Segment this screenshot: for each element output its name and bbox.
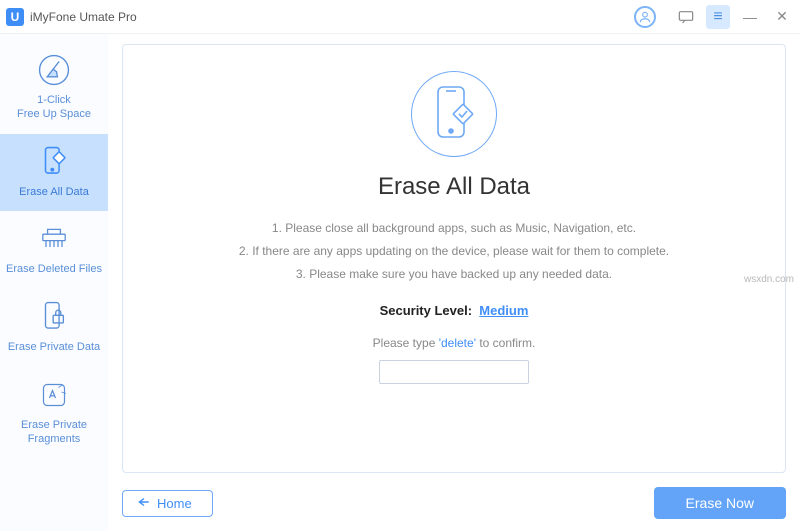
broom-icon — [36, 52, 72, 88]
confirm-keyword: 'delete' — [439, 336, 476, 350]
app-fragments-icon — [36, 377, 72, 413]
sidebar: 1-Click Free Up Space Erase All Data Era… — [0, 34, 108, 531]
watermark-text: wsxdn.com — [744, 274, 794, 285]
security-level-label: Security Level: — [380, 303, 473, 318]
sidebar-item-erase-deleted-files[interactable]: Erase Deleted Files — [0, 211, 108, 289]
shredder-icon — [36, 221, 72, 257]
main-panel: Erase All Data 1. Please close all backg… — [108, 34, 800, 531]
sidebar-item-label: Erase Private Fragments — [21, 419, 87, 447]
home-button[interactable]: Home — [122, 490, 213, 517]
security-level-row: Security Level: Medium — [380, 303, 529, 318]
app-title: iMyFone Umate Pro — [30, 10, 137, 24]
content-card: Erase All Data 1. Please close all backg… — [122, 44, 786, 473]
sidebar-item-erase-private-fragments[interactable]: Erase Private Fragments — [0, 367, 108, 459]
confirm-input[interactable] — [379, 360, 529, 384]
erase-phone-hero-icon — [411, 71, 497, 157]
instruction-list: 1. Please close all background apps, suc… — [239, 217, 669, 285]
phone-erase-icon — [36, 144, 72, 180]
sidebar-item-label: Erase All Data — [19, 186, 89, 200]
sidebar-item-label: Erase Deleted Files — [6, 263, 102, 277]
sidebar-item-label: 1-Click Free Up Space — [17, 94, 91, 122]
menu-icon[interactable]: ≡ — [706, 5, 730, 29]
instruction-step: 1. Please close all background apps, suc… — [239, 217, 669, 240]
sidebar-item-free-up-space[interactable]: 1-Click Free Up Space — [0, 42, 108, 134]
sidebar-item-erase-private-data[interactable]: Erase Private Data — [0, 289, 108, 367]
app-logo-icon: U — [6, 8, 24, 26]
minimize-button[interactable]: — — [738, 5, 762, 29]
footer-bar: Home Erase Now — [122, 487, 786, 519]
back-arrow-icon — [137, 496, 151, 511]
title-bar: U iMyFone Umate Pro ≡ — ✕ — [0, 0, 800, 34]
instruction-step: 3. Please make sure you have backed up a… — [239, 263, 669, 286]
instruction-step: 2. If there are any apps updating on the… — [239, 240, 669, 263]
confirm-instruction: Please type 'delete' to confirm. — [373, 336, 536, 350]
sidebar-item-erase-all-data[interactable]: Erase All Data — [0, 134, 108, 212]
erase-now-button[interactable]: Erase Now — [654, 487, 786, 519]
home-button-label: Home — [157, 496, 192, 511]
sidebar-item-label: Erase Private Data — [8, 341, 100, 355]
account-icon[interactable] — [634, 6, 656, 28]
security-level-link[interactable]: Medium — [479, 303, 528, 318]
page-heading: Erase All Data — [378, 173, 530, 201]
close-button[interactable]: ✕ — [770, 5, 794, 29]
phone-lock-icon — [36, 299, 72, 335]
feedback-icon[interactable] — [674, 5, 698, 29]
